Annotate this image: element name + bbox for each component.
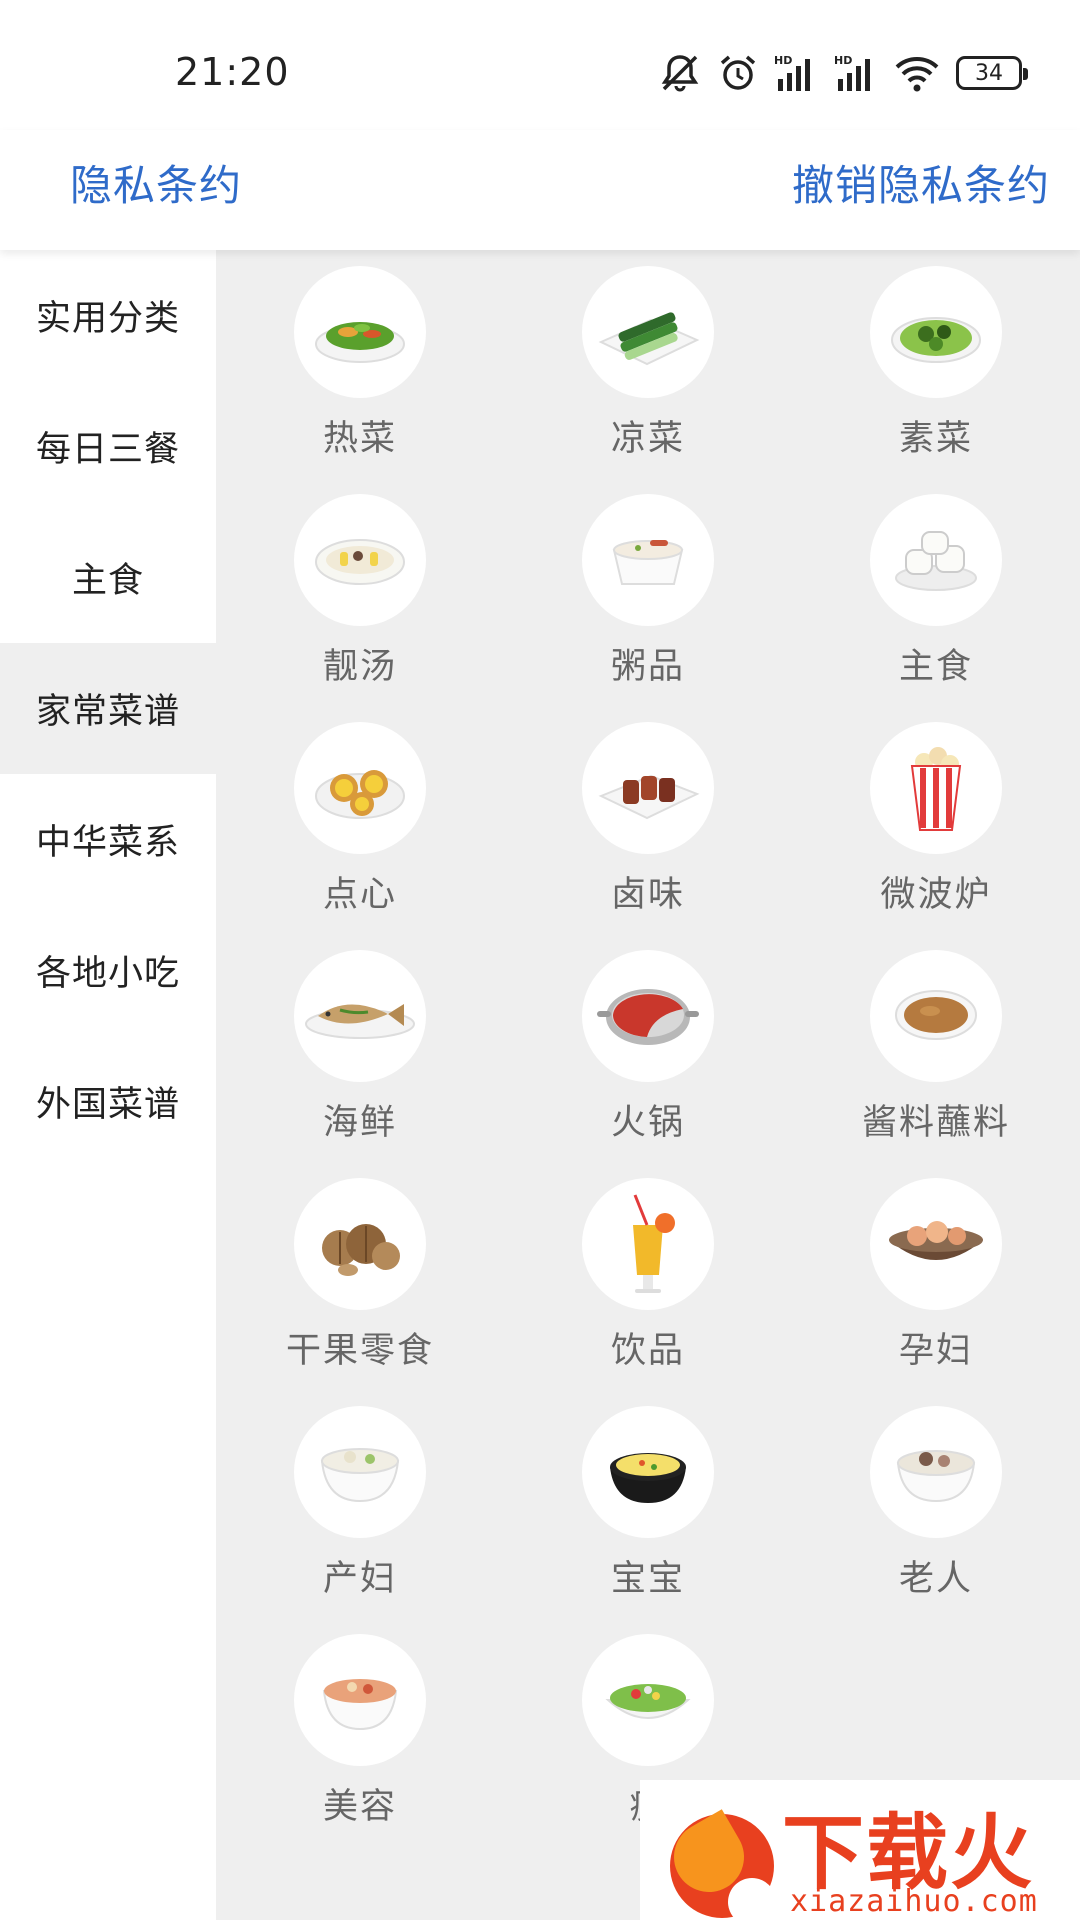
- grid-item-label: 粥品: [610, 647, 685, 687]
- flame-logo-icon: [661, 1809, 776, 1926]
- status-icons: HD HD 34: [658, 50, 1028, 96]
- grid-item[interactable]: 卤味: [504, 706, 792, 934]
- juice-glass-icon: [582, 1178, 714, 1310]
- grid-item[interactable]: 孕妇: [792, 1162, 1080, 1390]
- grid-item-label: 火锅: [610, 1103, 685, 1143]
- grid-item-label: 海鲜: [322, 1103, 397, 1143]
- grid-item[interactable]: 点心: [216, 706, 504, 934]
- sidebar-item-home-recipes[interactable]: 家常菜谱: [0, 643, 216, 774]
- sidebar-item-foreign-recipes[interactable]: 外国菜谱: [0, 1036, 216, 1167]
- grid-item-label: 靓汤: [322, 647, 397, 687]
- grid-item[interactable]: 老人: [792, 1390, 1080, 1618]
- grid-item-label: 孕妇: [898, 1331, 973, 1371]
- pregnant-meal-icon: [870, 1178, 1002, 1310]
- elderly-soup-icon: [870, 1406, 1002, 1538]
- privacy-policy-link[interactable]: 隐私条约: [70, 152, 242, 213]
- congee-bowl-icon: [582, 494, 714, 626]
- grid-item-label: 主食: [898, 647, 973, 687]
- battery-indicator: 34: [956, 56, 1028, 90]
- grid-item-label: 微波炉: [880, 875, 992, 915]
- status-bar: 21:20 HD HD 34: [0, 0, 1080, 130]
- postpartum-soup-icon: [294, 1406, 426, 1538]
- clock: 21:20: [175, 50, 290, 94]
- popcorn-icon: [870, 722, 1002, 854]
- alarm-icon: [720, 55, 756, 90]
- grid-item-label: 酱料蘸料: [861, 1103, 1010, 1143]
- grid-item[interactable]: 产妇: [216, 1390, 504, 1618]
- grid-item-label: 干果零食: [285, 1331, 434, 1371]
- signal-hd-icon: HD: [774, 54, 810, 91]
- egg-tart-icon: [294, 722, 426, 854]
- steamed-egg-icon: [582, 1406, 714, 1538]
- svg-text:HD: HD: [774, 54, 792, 67]
- braised-meat-icon: [582, 722, 714, 854]
- grid-item-label: 热菜: [322, 419, 397, 459]
- sidebar-item-local-snacks[interactable]: 各地小吃: [0, 905, 216, 1036]
- grid-item-label: 美容: [322, 1787, 397, 1827]
- grid-item-label: 老人: [898, 1559, 973, 1599]
- stir-fry-dish-icon: [294, 266, 426, 398]
- fish-dish-icon: [294, 950, 426, 1082]
- grid-item-label: 饮品: [610, 1331, 685, 1371]
- sidebar-item-staple[interactable]: 主食: [0, 512, 216, 643]
- grid-item[interactable]: 宝宝: [504, 1390, 792, 1618]
- grid-item-label: 素菜: [898, 419, 973, 459]
- grid-item-label: 产妇: [322, 1559, 397, 1599]
- grid-item[interactable]: 干果零食: [216, 1162, 504, 1390]
- steamed-buns-icon: [870, 494, 1002, 626]
- grid-item[interactable]: 主食: [792, 478, 1080, 706]
- grid-item[interactable]: 粥品: [504, 478, 792, 706]
- grid-item-label: 卤味: [610, 875, 685, 915]
- salad-icon: [582, 1634, 714, 1766]
- grid-item[interactable]: 海鲜: [216, 934, 504, 1162]
- top-bar: 隐私条约 撤销隐私条约: [0, 130, 1080, 250]
- signal-hd-icon: HD: [834, 54, 870, 91]
- beauty-soup-icon: [294, 1634, 426, 1766]
- wifi-icon: [895, 57, 939, 92]
- grid-item[interactable]: 热菜: [216, 250, 504, 478]
- grid-item-label: 宝宝: [610, 1559, 685, 1599]
- sidebar-item-daily-meals[interactable]: 每日三餐: [0, 381, 216, 512]
- mute-icon: [661, 55, 699, 92]
- sidebar-item-practical[interactable]: 实用分类: [0, 250, 216, 381]
- grid-item[interactable]: 微波炉: [792, 706, 1080, 934]
- grid-item[interactable]: 靓汤: [216, 478, 504, 706]
- category-sidebar: 实用分类 每日三餐 主食 家常菜谱 中华菜系 各地小吃 外国菜谱: [0, 250, 216, 1920]
- grid-item[interactable]: 凉菜: [504, 250, 792, 478]
- grid-item[interactable]: 美容: [216, 1618, 504, 1846]
- soup-bowl-icon: [294, 494, 426, 626]
- hotpot-icon: [582, 950, 714, 1082]
- vegetable-dish-icon: [870, 266, 1002, 398]
- grid-item[interactable]: 酱料蘸料: [792, 934, 1080, 1162]
- walnuts-icon: [294, 1178, 426, 1310]
- recipe-grid: 热菜 凉菜 素菜 靓汤 粥品 主食 点心 卤味 微波炉 海鲜 火锅 酱料蘸料 干…: [216, 250, 1080, 1920]
- sauce-bowl-icon: [870, 950, 1002, 1082]
- grid-item-label: 凉菜: [610, 419, 685, 459]
- grid-item[interactable]: 火锅: [504, 934, 792, 1162]
- cucumber-dish-icon: [582, 266, 714, 398]
- grid-item[interactable]: 素菜: [792, 250, 1080, 478]
- watermark-url: xiazaihuo.com: [790, 1884, 1038, 1919]
- revoke-privacy-link[interactable]: 撤销隐私条约: [792, 152, 1050, 213]
- grid-item[interactable]: 饮品: [504, 1162, 792, 1390]
- grid-item-label: 点心: [322, 875, 397, 915]
- watermark-logo: 下载火 xiazaihuo.com: [640, 1780, 1080, 1926]
- sidebar-item-chinese-cuisine[interactable]: 中华菜系: [0, 774, 216, 905]
- svg-text:HD: HD: [834, 54, 852, 67]
